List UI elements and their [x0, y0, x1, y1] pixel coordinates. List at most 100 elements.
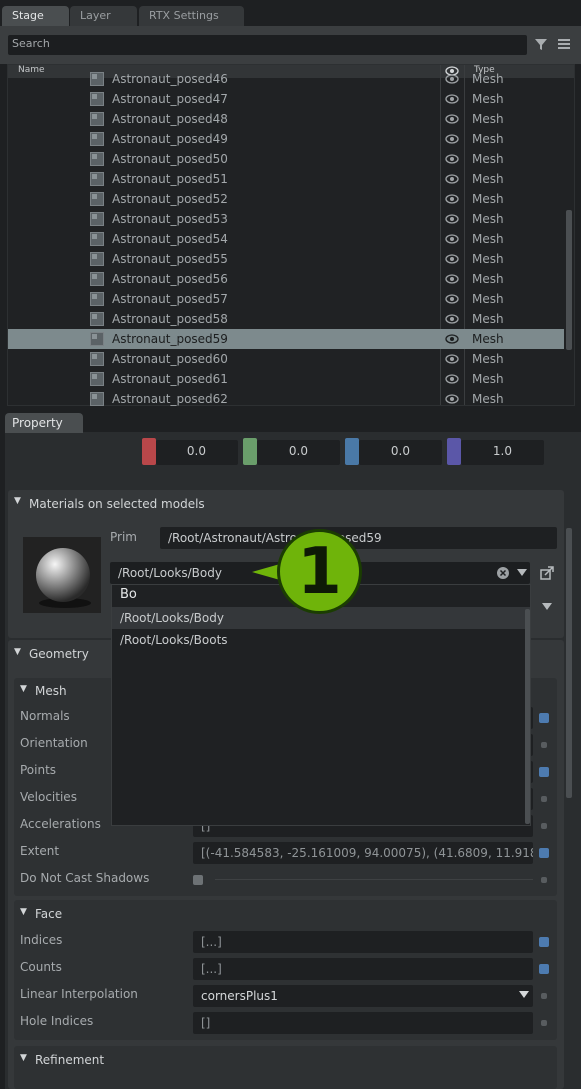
- collapse-arrow-icon[interactable]: ▼: [14, 496, 21, 506]
- row-type: Mesh: [472, 372, 504, 386]
- tree-row[interactable]: Astronaut_posed53 Mesh: [8, 209, 564, 229]
- material-search-input[interactable]: Bo: [120, 587, 137, 602]
- tree-row[interactable]: Astronaut_posed50 Mesh: [8, 149, 564, 169]
- blue-value-field[interactable]: 0.0: [359, 440, 442, 465]
- prop-value-field[interactable]: [...]: [193, 958, 533, 980]
- interpolation-select[interactable]: cornersPlus1: [193, 985, 533, 1007]
- prim-path-field[interactable]: /Root/Astronaut/Astronaut_posed59: [160, 527, 557, 549]
- go-to-material-icon[interactable]: [540, 566, 554, 580]
- mesh-icon: [90, 72, 104, 86]
- default-indicator[interactable]: [541, 1020, 547, 1026]
- blue-channel-swatch: [345, 438, 359, 465]
- visibility-icon[interactable]: [445, 312, 459, 326]
- tab-layer[interactable]: Layer: [70, 6, 137, 26]
- refinement-subsection-title[interactable]: Refinement: [35, 1053, 104, 1067]
- dropdown-arrow-icon[interactable]: [542, 603, 552, 611]
- popup-scrollbar[interactable]: [525, 609, 530, 824]
- visibility-icon[interactable]: [445, 352, 459, 366]
- prop-label: Counts: [20, 960, 62, 974]
- default-indicator[interactable]: [539, 964, 549, 974]
- default-indicator[interactable]: [541, 993, 547, 999]
- tab-stage[interactable]: Stage: [2, 6, 69, 26]
- red-value-field[interactable]: 0.0: [156, 440, 238, 465]
- tab-rtx-settings[interactable]: RTX Settings: [139, 6, 244, 26]
- row-type: Mesh: [472, 132, 504, 146]
- filter-icon[interactable]: [534, 37, 548, 51]
- tree-row[interactable]: Astronaut_posed47 Mesh: [8, 89, 564, 109]
- row-type: Mesh: [472, 212, 504, 226]
- visibility-icon[interactable]: [445, 332, 459, 346]
- stage-tree[interactable]: Name Type Astronaut_posed46 Mesh Astronaut…: [7, 64, 575, 406]
- tree-row[interactable]: Astronaut_posed61 Mesh: [8, 369, 564, 389]
- prop-value-field[interactable]: []: [193, 1012, 533, 1034]
- prop-value-field[interactable]: [...]: [193, 931, 533, 953]
- visibility-icon[interactable]: [445, 212, 459, 226]
- default-indicator[interactable]: [539, 767, 549, 777]
- default-indicator[interactable]: [541, 877, 547, 883]
- tree-row[interactable]: Astronaut_posed51 Mesh: [8, 169, 564, 189]
- mesh-icon: [90, 252, 104, 266]
- default-indicator[interactable]: [541, 823, 547, 829]
- dropdown-arrow-icon[interactable]: [517, 569, 527, 577]
- green-value-field[interactable]: 0.0: [257, 440, 340, 465]
- row-name: Astronaut_posed52: [112, 192, 228, 206]
- prop-value-field[interactable]: [(-41.584583, -25.161009, 94.00075), (41…: [193, 842, 533, 864]
- tree-row[interactable]: Astronaut_posed55 Mesh: [8, 249, 564, 269]
- collapse-arrow-icon[interactable]: ▼: [20, 1053, 27, 1063]
- visibility-icon[interactable]: [445, 392, 459, 406]
- prop-label: Velocities: [20, 790, 77, 804]
- collapse-arrow-icon[interactable]: ▼: [20, 907, 27, 917]
- visibility-icon[interactable]: [445, 192, 459, 206]
- visibility-icon[interactable]: [445, 272, 459, 286]
- visibility-icon[interactable]: [445, 92, 459, 106]
- tree-row[interactable]: Astronaut_posed58 Mesh: [8, 309, 564, 329]
- visibility-icon[interactable]: [445, 232, 459, 246]
- property-scrollbar[interactable]: [566, 528, 572, 798]
- option-boots[interactable]: /Root/Looks/Boots: [112, 629, 530, 651]
- dropdown-arrow-icon[interactable]: [519, 991, 529, 999]
- tab-property[interactable]: Property: [5, 413, 83, 433]
- clear-icon[interactable]: [496, 566, 510, 580]
- mesh-icon: [90, 312, 104, 326]
- alpha-value-field[interactable]: 1.0: [461, 440, 544, 465]
- visibility-icon[interactable]: [445, 72, 459, 86]
- row-type: Mesh: [472, 252, 504, 266]
- tree-row[interactable]: Astronaut_posed54 Mesh: [8, 229, 564, 249]
- default-indicator[interactable]: [539, 848, 549, 858]
- tree-row[interactable]: Astronaut_posed59 Mesh: [8, 329, 564, 349]
- visibility-icon[interactable]: [445, 152, 459, 166]
- mesh-icon: [90, 352, 104, 366]
- callout-badge: 1: [277, 529, 362, 614]
- face-subsection-title[interactable]: Face: [35, 907, 62, 921]
- geometry-section-title[interactable]: Geometry: [29, 647, 89, 661]
- tree-row[interactable]: Astronaut_posed62 Mesh: [8, 389, 564, 409]
- checkbox[interactable]: [193, 875, 203, 885]
- material-search-popup[interactable]: Bo /Root/Looks/Body /Root/Looks/Boots: [111, 584, 531, 826]
- visibility-icon[interactable]: [445, 172, 459, 186]
- default-indicator[interactable]: [539, 713, 549, 723]
- materials-section-title[interactable]: Materials on selected models: [29, 497, 205, 511]
- tree-row[interactable]: Astronaut_posed49 Mesh: [8, 129, 564, 149]
- default-indicator[interactable]: [541, 742, 547, 748]
- tree-row[interactable]: Astronaut_posed48 Mesh: [8, 109, 564, 129]
- mesh-icon: [90, 112, 104, 126]
- material-preview: [23, 537, 101, 613]
- tree-row[interactable]: Astronaut_posed46 Mesh: [8, 69, 564, 89]
- default-indicator[interactable]: [539, 937, 549, 947]
- visibility-icon[interactable]: [445, 372, 459, 386]
- tree-scrollbar[interactable]: [566, 210, 572, 350]
- tree-row[interactable]: Astronaut_posed57 Mesh: [8, 289, 564, 309]
- mesh-subsection-title[interactable]: Mesh: [35, 684, 67, 698]
- collapse-arrow-icon[interactable]: ▼: [20, 684, 27, 694]
- visibility-icon[interactable]: [445, 132, 459, 146]
- tree-row[interactable]: Astronaut_posed52 Mesh: [8, 189, 564, 209]
- visibility-icon[interactable]: [445, 252, 459, 266]
- collapse-arrow-icon[interactable]: ▼: [14, 647, 21, 657]
- tree-row[interactable]: Astronaut_posed60 Mesh: [8, 349, 564, 369]
- search-input[interactable]: Search: [8, 35, 527, 55]
- default-indicator[interactable]: [541, 796, 547, 802]
- tree-row[interactable]: Astronaut_posed56 Mesh: [8, 269, 564, 289]
- visibility-icon[interactable]: [445, 112, 459, 126]
- visibility-icon[interactable]: [445, 292, 459, 306]
- menu-icon[interactable]: [558, 38, 570, 50]
